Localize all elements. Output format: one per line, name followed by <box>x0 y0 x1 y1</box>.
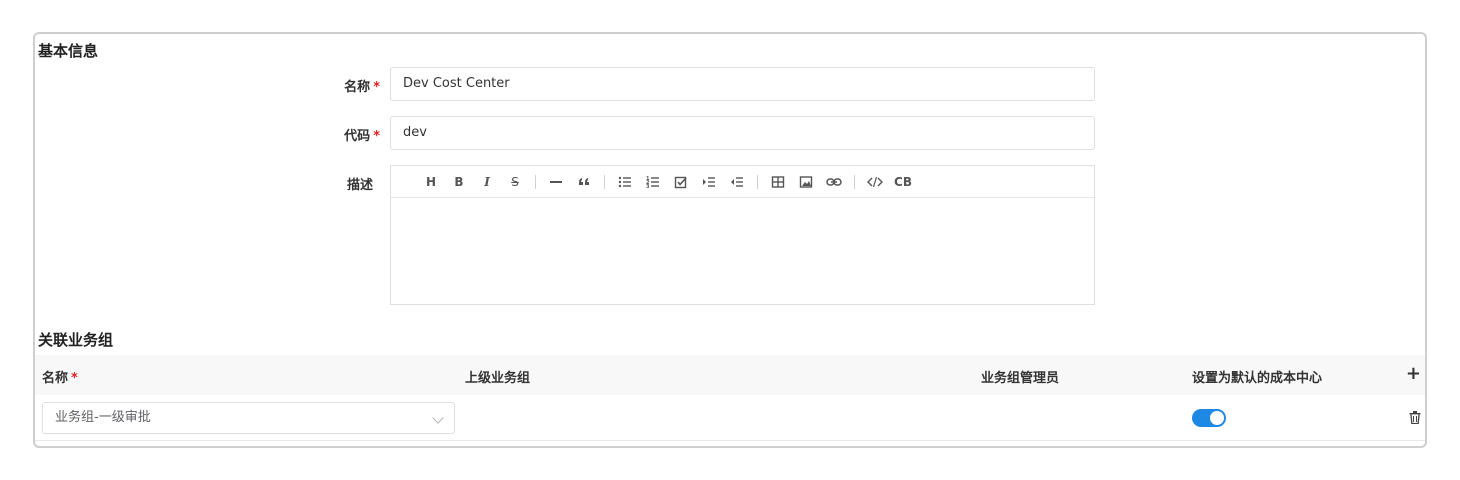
image-icon[interactable] <box>792 170 820 194</box>
task-list-icon[interactable] <box>667 170 695 194</box>
link-icon[interactable] <box>820 170 848 194</box>
name-input[interactable]: Dev Cost Center <box>390 67 1095 101</box>
related-groups-title: 关联业务组 <box>38 331 114 349</box>
column-header-group-admin: 业务组管理员 <box>981 371 1060 386</box>
description-label: 描述 <box>346 178 373 193</box>
table-icon[interactable] <box>764 170 792 194</box>
editor-toolbar: H B I S 123 CB <box>391 166 1094 198</box>
group-name-value: 业务组-一级审批 <box>55 410 151 425</box>
description-editor: H B I S 123 CB <box>390 165 1095 305</box>
code-block-icon[interactable]: CB <box>889 170 917 194</box>
cost-center-form-card: 基本信息 名称 * Dev Cost Center 代码 * dev 描述 H B … <box>33 32 1427 448</box>
toolbar-divider <box>757 174 758 189</box>
table-row: 业务组-一级审批 <box>35 395 1425 441</box>
default-cost-center-toggle[interactable] <box>1192 409 1226 427</box>
group-name-select[interactable]: 业务组-一级审批 <box>42 402 455 434</box>
description-textarea[interactable] <box>391 198 1094 304</box>
required-mark: * <box>373 129 380 144</box>
svg-text:3: 3 <box>646 184 650 189</box>
name-label: 名称 * <box>344 80 380 95</box>
quote-icon[interactable] <box>570 170 598 194</box>
code-input[interactable]: dev <box>390 116 1095 150</box>
strikethrough-icon[interactable]: S <box>501 170 529 194</box>
code-label: 代码 * <box>344 129 380 144</box>
indent-icon[interactable] <box>695 170 723 194</box>
required-mark: * <box>71 371 78 386</box>
toggle-knob <box>1210 411 1224 425</box>
basic-info-title: 基本信息 <box>38 42 99 60</box>
italic-icon[interactable]: I <box>473 170 501 194</box>
column-header-name: 名称 * <box>42 371 78 386</box>
column-header-default-cost-center: 设置为默认的成本中心 <box>1192 371 1323 386</box>
code-icon[interactable] <box>861 170 889 194</box>
toolbar-divider <box>854 174 855 189</box>
bullet-list-icon[interactable] <box>611 170 639 194</box>
add-row-button[interactable]: + <box>1406 363 1421 384</box>
toolbar-divider <box>535 174 536 189</box>
column-header-parent-group: 上级业务组 <box>465 371 531 386</box>
ordered-list-icon[interactable]: 123 <box>639 170 667 194</box>
outdent-icon[interactable] <box>723 170 751 194</box>
bold-icon[interactable]: B <box>445 170 473 194</box>
horizontal-rule-icon[interactable] <box>542 170 570 194</box>
groups-table-header: 名称 * 上级业务组 业务组管理员 设置为默认的成本中心 + <box>35 355 1425 395</box>
heading-icon[interactable]: H <box>417 170 445 194</box>
toolbar-divider <box>604 174 605 189</box>
required-mark: * <box>373 80 380 95</box>
trash-icon[interactable] <box>1409 409 1421 428</box>
chevron-down-icon <box>432 412 444 424</box>
